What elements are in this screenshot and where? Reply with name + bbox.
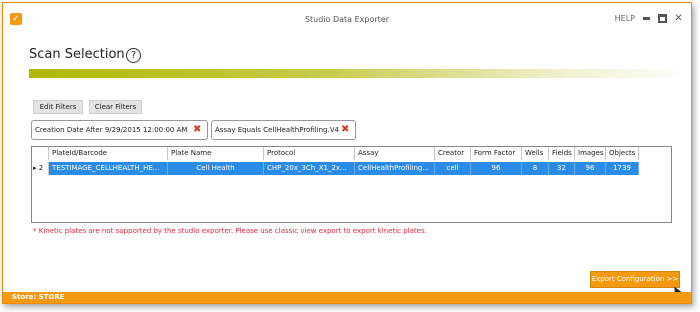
column-header[interactable]: PlateId/Barcode xyxy=(49,147,168,160)
minimize-icon[interactable] xyxy=(642,14,651,23)
edit-filters-button[interactable]: Edit Filters xyxy=(33,100,83,114)
filter-chip-label: Assay Equals CellHealthProfiling.V4 xyxy=(215,126,339,134)
column-header[interactable]: Objects xyxy=(606,147,639,160)
filter-chip-assay: Assay Equals CellHealthProfiling.V4 ✖ xyxy=(211,120,356,140)
creator-cell[interactable]: cell xyxy=(435,162,471,175)
remove-filter-icon[interactable]: ✖ xyxy=(193,121,201,139)
page-title: Scan Selection xyxy=(29,47,125,62)
grid-header: PlateId/Barcode Plate Name Protocol Assa… xyxy=(32,147,639,160)
plates-grid: PlateId/Barcode Plate Name Protocol Assa… xyxy=(31,146,672,223)
column-header[interactable]: Protocol xyxy=(264,147,355,160)
clear-filters-button[interactable]: Clear Filters xyxy=(89,100,142,114)
help-link[interactable]: HELP xyxy=(615,14,635,23)
column-header[interactable]: Assay xyxy=(355,147,435,160)
row-number: 2 xyxy=(38,164,44,172)
kinetic-warning-note: * Kinetic plates are not supported by th… xyxy=(33,227,427,235)
column-header[interactable]: Plate Name xyxy=(168,147,264,160)
header-gradient-bar xyxy=(29,69,690,78)
filter-chip-label: Creation Date After 9/29/2015 12:00:00 A… xyxy=(35,126,188,134)
window-controls: HELP ✕ xyxy=(615,14,683,24)
column-header[interactable]: Wells xyxy=(522,147,549,160)
images-cell[interactable]: 96 xyxy=(575,162,606,175)
window-title: Studio Data Exporter xyxy=(304,15,390,24)
objects-cell[interactable]: 1739 xyxy=(606,162,639,175)
column-header[interactable]: Images xyxy=(575,147,606,160)
plate-name-cell[interactable]: Cell Health xyxy=(168,162,264,175)
remove-filter-icon[interactable]: ✖ xyxy=(341,121,349,139)
store-status: Store: STORE xyxy=(12,293,65,301)
form-factor-cell[interactable]: 96 xyxy=(471,162,522,175)
help-icon[interactable]: ? xyxy=(126,48,141,63)
status-bar: Store: STORE xyxy=(3,292,691,303)
row-indicator[interactable]: ▸ 2 xyxy=(32,162,49,175)
row-indicator-header xyxy=(32,147,49,160)
title-bar: ✓ Studio Data Exporter HELP ✕ xyxy=(3,3,691,31)
column-header[interactable]: Form Factor xyxy=(471,147,522,160)
app-window: ✓ Studio Data Exporter HELP ✕ Scan Selec… xyxy=(2,2,692,304)
close-icon[interactable]: ✕ xyxy=(674,14,683,24)
fields-cell[interactable]: 32 xyxy=(549,162,575,175)
column-header[interactable]: Creator xyxy=(435,147,471,160)
wells-cell[interactable]: 8 xyxy=(522,162,549,175)
maximize-icon[interactable] xyxy=(658,14,667,23)
plate-id-cell[interactable]: TESTIMAGE_CELLHEALTH_HE... xyxy=(49,162,168,175)
column-header[interactable]: Fields xyxy=(549,147,575,160)
filter-chip-creation-date: Creation Date After 9/29/2015 12:00:00 A… xyxy=(31,120,208,140)
table-row[interactable]: ▸ 2 TESTIMAGE_CELLHEALTH_HE... Cell Heal… xyxy=(32,162,639,175)
export-configuration-button[interactable]: Export Configuration >> xyxy=(590,271,680,288)
protocol-cell[interactable]: CHP_20x_3Ch_X1_2x... xyxy=(264,162,355,175)
assay-cell[interactable]: CellHealthProfiling... xyxy=(355,162,435,175)
